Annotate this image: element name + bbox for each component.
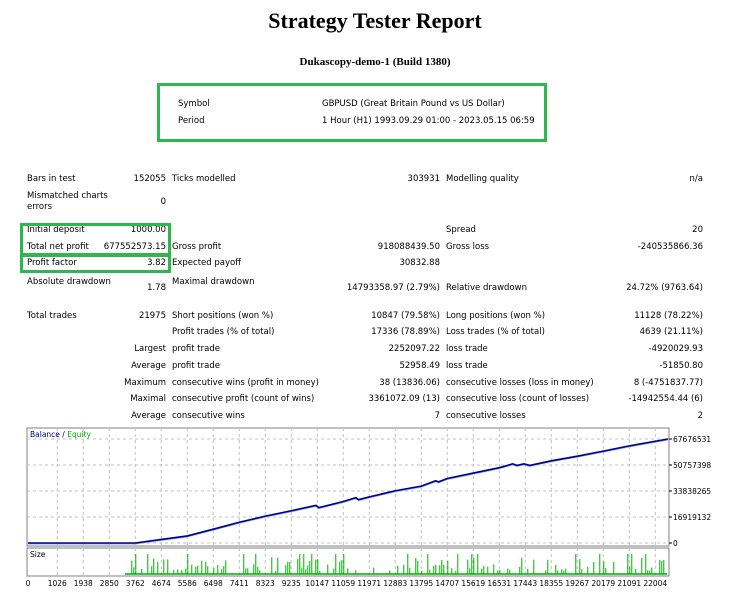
- x-tick-label: 13795: [409, 579, 433, 588]
- x-tick-label: 12883: [383, 579, 407, 588]
- x-tick-label: 3762: [126, 579, 145, 588]
- x-tick-label: 7411: [230, 579, 249, 588]
- balance-plot-area: [26, 427, 670, 547]
- y-tick-label: 0: [673, 539, 678, 548]
- x-tick-label: 18355: [539, 579, 563, 588]
- x-tick-label: 11059: [331, 579, 355, 588]
- x-tick-label: 1938: [74, 579, 93, 588]
- x-tick-label: 21091: [617, 579, 641, 588]
- balance-chart: 0 1026 1938 2850 3762 4674 5586 6498 7411 8323 923…: [26, 427, 711, 588]
- x-tick-label: 8323: [256, 579, 275, 588]
- x-tick-label: 5586: [178, 579, 197, 588]
- y-tick-label: 67676531: [673, 435, 711, 444]
- x-tick-label: 4674: [152, 579, 171, 588]
- x-tick-label: 11971: [357, 579, 381, 588]
- size-panel-label: Size: [30, 550, 46, 559]
- x-tick-label: 0: [26, 579, 31, 588]
- chart-legend: Balance / Equity: [30, 430, 91, 439]
- x-tick-label: 20179: [591, 579, 615, 588]
- x-tick-label: 6498: [204, 579, 223, 588]
- y-tick-label: 33838265: [673, 487, 711, 496]
- x-tick-label: 19267: [565, 579, 589, 588]
- y-tick-label: 50757398: [673, 461, 711, 470]
- x-tick-label: 1026: [48, 579, 67, 588]
- x-tick-label: 10147: [305, 579, 329, 588]
- x-tick-label: 17443: [513, 579, 537, 588]
- x-tick-label: 15619: [461, 579, 485, 588]
- x-tick-label: 9235: [282, 579, 301, 588]
- x-tick-label: 2850: [100, 579, 119, 588]
- x-tick-label: 16531: [487, 579, 511, 588]
- y-tick-label: 16919132: [673, 513, 711, 522]
- x-tick-label: 22004: [643, 579, 667, 588]
- x-tick-label: 14707: [435, 579, 459, 588]
